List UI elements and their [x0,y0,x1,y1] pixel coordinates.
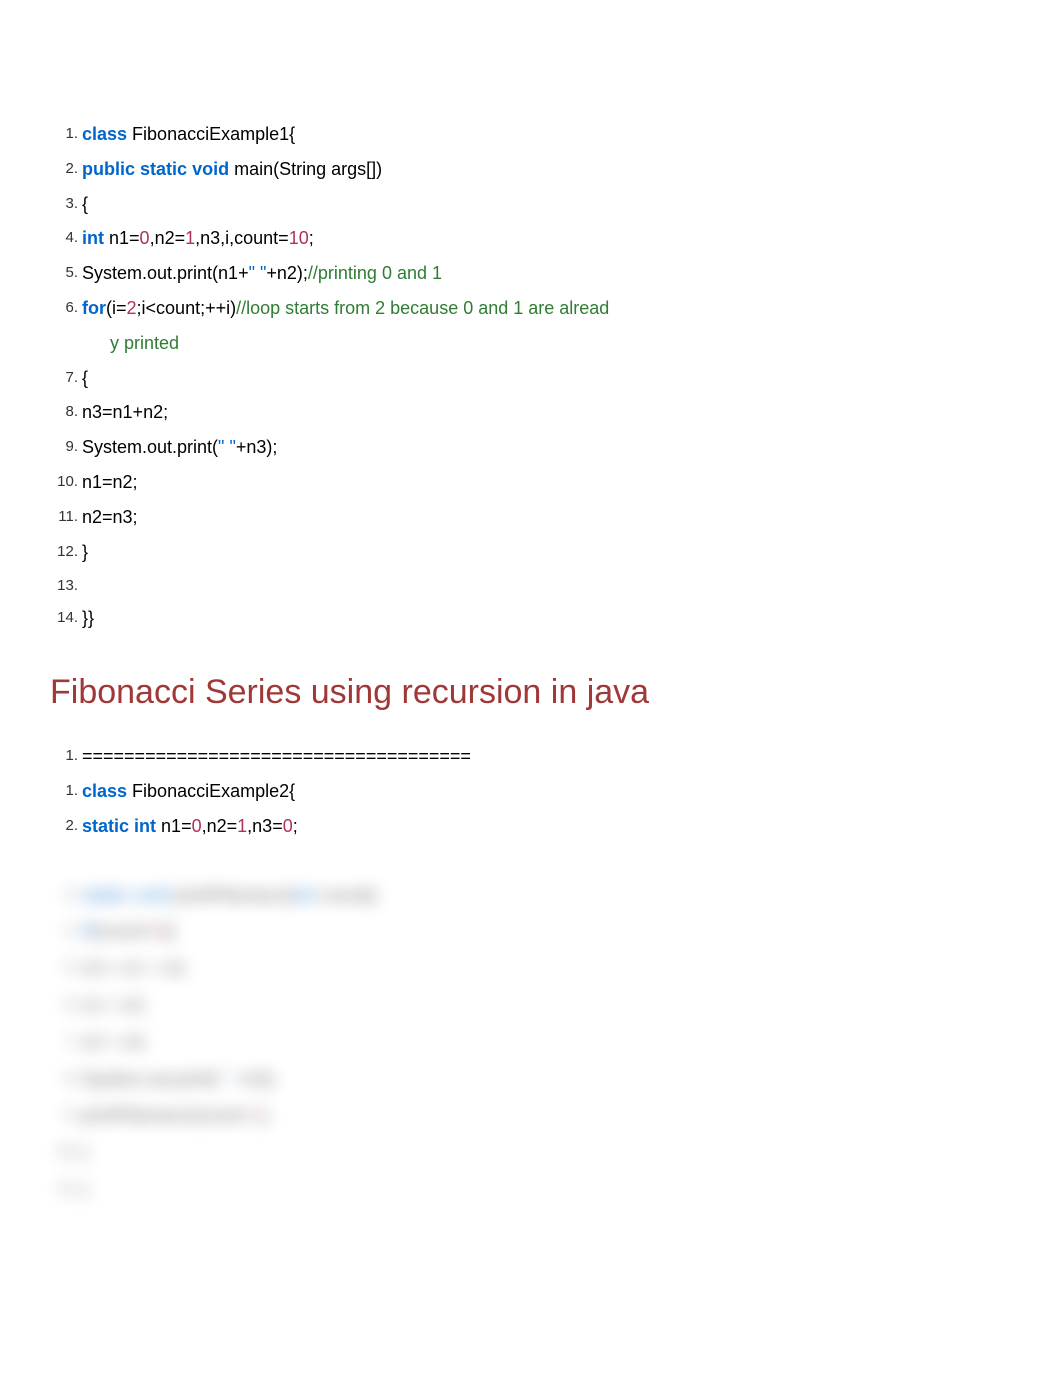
code-line: 8. n3=n1+n2; [50,398,1012,427]
code-content: static void printFibonacci(int count){ [82,881,1012,910]
line-number: 1. [50,120,78,146]
code-line: 4. if(count>0){ [50,917,1012,946]
line-number: 4. [50,917,78,943]
code-line: 2.public static void main(String args[]) [50,155,1012,184]
line-number: 12. [50,538,78,564]
code-line: 7. { [50,364,1012,393]
line-number: 2. [50,812,78,838]
code-content: n1=n2; [82,468,1012,497]
line-number: 7. [50,1028,78,1054]
code-content: System.out.print(" "+n3); [82,1065,1012,1094]
code-line: 6. for(i=2;i<count;++i)//loop starts fro… [50,294,1012,323]
line-number: 7. [50,364,78,390]
line-number: 9. [50,1101,78,1127]
code-line: 1.===================================== [50,742,1012,771]
line-number: 11. [50,1175,78,1201]
line-number: 2. [50,155,78,181]
code-line: 1.class FibonacciExample2{ [50,777,1012,806]
code-line: 3. static void printFibonacci(int count)… [50,881,1012,910]
line-number: 10. [50,468,78,494]
blurred-code-block: 3. static void printFibonacci(int count)… [50,881,1012,1204]
code-line: 4. int n1=0,n2=1,n3,i,count=10; [50,224,1012,253]
code-content: n2 = n3; [82,1028,1012,1057]
code-content: } [82,1138,1012,1167]
line-number: 6. [50,991,78,1017]
code-line: 11. n2=n3; [50,503,1012,532]
code-line: 14.}} [50,604,1012,633]
code-content: for(i=2;i<count;++i)//loop starts from 2… [82,294,1012,323]
code-content: printFibonacci(count-1); [82,1101,1012,1130]
code-content: n2=n3; [82,503,1012,532]
code-content: int n1=0,n2=1,n3,i,count=10; [82,224,1012,253]
line-number: 4. [50,224,78,250]
line-number: 14. [50,604,78,630]
code-content: n3=n1+n2; [82,398,1012,427]
line-number: 5. [50,954,78,980]
line-number: 5. [50,259,78,285]
code-line: 9. printFibonacci(count-1); [50,1101,1012,1130]
line-number: 11. [50,503,78,529]
code-line: 3. { [50,190,1012,219]
code-line: 13. [50,572,1012,598]
code-line: 8. System.out.print(" "+n3); [50,1065,1012,1094]
code-line: 1.class FibonacciExample1{ [50,120,1012,149]
line-number: 10. [50,1138,78,1164]
code-content: ===================================== [82,742,1012,771]
code-content: class FibonacciExample2{ [82,777,1012,806]
section-heading: Fibonacci Series using recursion in java [50,673,1012,712]
line-number: 8. [50,398,78,424]
code-line: 6. n1 = n2; [50,991,1012,1020]
code-line: 10. n1=n2; [50,468,1012,497]
code-content: } [82,1175,1012,1204]
code-line: 9. System.out.print(" "+n3); [50,433,1012,462]
code-line: 2. static int n1=0,n2=1,n3=0; [50,812,1012,841]
line-number: 6. [50,294,78,320]
code-line: 7. n2 = n3; [50,1028,1012,1057]
code-line: 5. System.out.print(n1+" "+n2);//printin… [50,259,1012,288]
code-block-2: 1.=====================================1… [50,742,1012,840]
code-line: 5. n3 = n1 + n2; [50,954,1012,983]
code-content: System.out.print(n1+" "+n2);//printing 0… [82,259,1012,288]
code-content: static int n1=0,n2=1,n3=0; [82,812,1012,841]
code-content: public static void main(String args[]) [82,155,1012,184]
code-block-1: 1.class FibonacciExample1{2.public stati… [50,120,1012,633]
code-line: 12. } [50,538,1012,567]
line-number: 1. [50,777,78,803]
code-content: }} [82,604,1012,633]
code-content: n1 = n2; [82,991,1012,1020]
code-line: 11. } [50,1175,1012,1204]
code-content: if(count>0){ [82,917,1012,946]
wrapped-line: y printed [50,329,1012,358]
code-content: System.out.print(" "+n3); [82,433,1012,462]
code-content: { [82,364,1012,393]
line-number: 3. [50,190,78,216]
code-content: { [82,190,1012,219]
line-number: 8. [50,1065,78,1091]
line-number: 13. [50,572,78,598]
code-content: n3 = n1 + n2; [82,954,1012,983]
line-number: 1. [50,742,78,768]
code-content: class FibonacciExample1{ [82,120,1012,149]
line-number: 9. [50,433,78,459]
code-content: } [82,538,1012,567]
code-line: 10. } [50,1138,1012,1167]
line-number: 3. [50,881,78,907]
